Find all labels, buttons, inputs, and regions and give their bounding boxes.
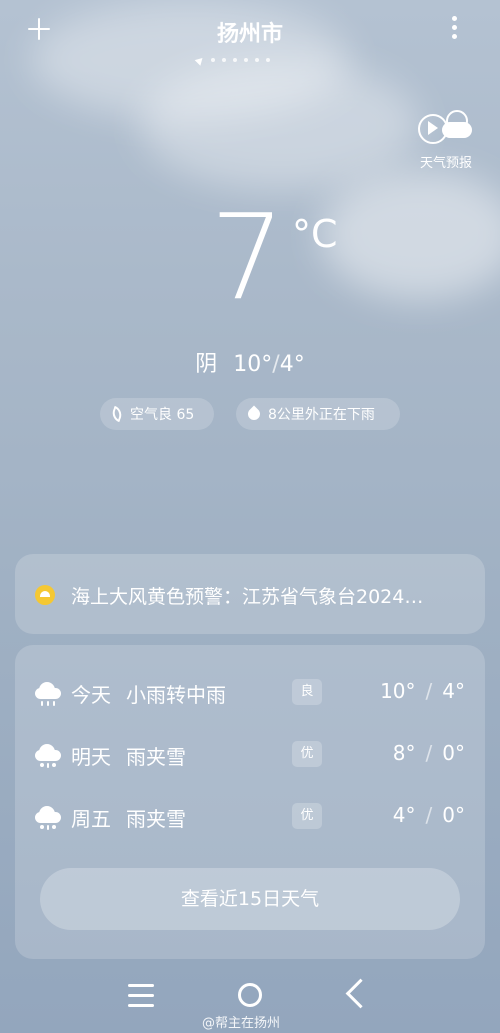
temperature-unit: °C xyxy=(292,212,338,256)
forecast-high: 8° xyxy=(392,741,416,765)
condition-row: 阴 10°/4° xyxy=(150,346,350,378)
forecast-low: 4° xyxy=(442,679,465,703)
aq-badge: 优 xyxy=(292,803,322,829)
low-temp: 4° xyxy=(279,352,305,377)
forecast-temps: 8° / 0° xyxy=(393,741,465,765)
forecast-desc: 雨夹雪 xyxy=(126,807,186,831)
sleet-cloud-icon xyxy=(35,744,63,770)
forecast-high: 10° xyxy=(380,679,416,703)
alert-text: 海上大风黄色预警：江苏省气象台2024… xyxy=(71,586,424,608)
background-cloud xyxy=(140,60,420,190)
page-dot xyxy=(255,58,259,62)
add-city-button[interactable] xyxy=(26,16,52,42)
leaf-icon xyxy=(109,405,125,423)
background-cloud xyxy=(320,170,500,300)
page-dot xyxy=(222,58,226,62)
aq-badge: 良 xyxy=(292,679,322,705)
more-menu-icon[interactable] xyxy=(446,16,462,44)
weather-alert-card[interactable]: 海上大风黄色预警：江苏省气象台2024… xyxy=(15,554,485,634)
temp-separator: / xyxy=(425,741,433,765)
forecast-temps: 10° / 4° xyxy=(380,679,465,703)
sleet-cloud-icon xyxy=(35,806,63,832)
forecast-desc: 小雨转中雨 xyxy=(126,683,226,707)
temp-separator: / xyxy=(425,803,433,827)
forecast-video-label[interactable]: 天气预报 xyxy=(410,152,482,171)
rain-cloud-icon xyxy=(35,682,63,708)
menu-nav-icon[interactable] xyxy=(128,984,154,1008)
condition-text: 阴 xyxy=(195,352,218,377)
current-temperature: 7 xyxy=(210,188,285,326)
forecast-day: 今天 xyxy=(71,683,111,707)
aq-badge: 优 xyxy=(292,741,322,767)
forecast-desc: 雨夹雪 xyxy=(126,745,186,769)
city-title: 扬州市 xyxy=(216,22,283,47)
rain-nearby-text: 8公里外正在下雨 xyxy=(268,407,375,423)
page-dot xyxy=(233,58,237,62)
high-temp: 10° xyxy=(233,352,273,377)
warning-sun-icon xyxy=(35,585,55,605)
forecast-row[interactable]: 明天 雨夹雪 优 8° / 0° xyxy=(15,735,485,775)
location-arrow-icon xyxy=(194,54,206,66)
forecast-low: 0° xyxy=(442,803,465,827)
forecast-row[interactable]: 今天 小雨转中雨 良 10° / 4° xyxy=(15,673,485,713)
page-dot xyxy=(244,58,248,62)
forecast-row[interactable]: 周五 雨夹雪 优 4° / 0° xyxy=(15,797,485,837)
forecast-day: 周五 xyxy=(71,807,111,831)
city-page-indicator xyxy=(194,54,270,66)
home-nav-icon[interactable] xyxy=(238,983,262,1007)
back-nav-icon[interactable] xyxy=(345,978,376,1009)
range-separator: / xyxy=(272,352,280,377)
daily-forecast-card: 今天 小雨转中雨 良 10° / 4° 明天 雨夹雪 优 8° / 0° 周五 雨夹雪 … xyxy=(15,645,485,959)
watermark: @帮主在扬州 xyxy=(202,1016,281,1031)
temp-separator: / xyxy=(425,679,433,703)
forecast-temps: 4° / 0° xyxy=(393,803,465,827)
air-quality-pill[interactable]: 空气良 65 xyxy=(100,398,214,430)
play-icon xyxy=(428,121,438,135)
forecast-high: 4° xyxy=(392,803,416,827)
raindrop-icon xyxy=(245,405,263,423)
forecast-day: 明天 xyxy=(71,745,111,769)
page-dot xyxy=(211,58,215,62)
view-15-day-forecast-button[interactable]: 查看近15日天气 xyxy=(40,868,460,930)
forecast-low: 0° xyxy=(442,741,465,765)
air-quality-text: 空气良 65 xyxy=(130,407,195,423)
rain-nearby-pill[interactable]: 8公里外正在下雨 xyxy=(236,398,400,430)
page-dot xyxy=(266,58,270,62)
